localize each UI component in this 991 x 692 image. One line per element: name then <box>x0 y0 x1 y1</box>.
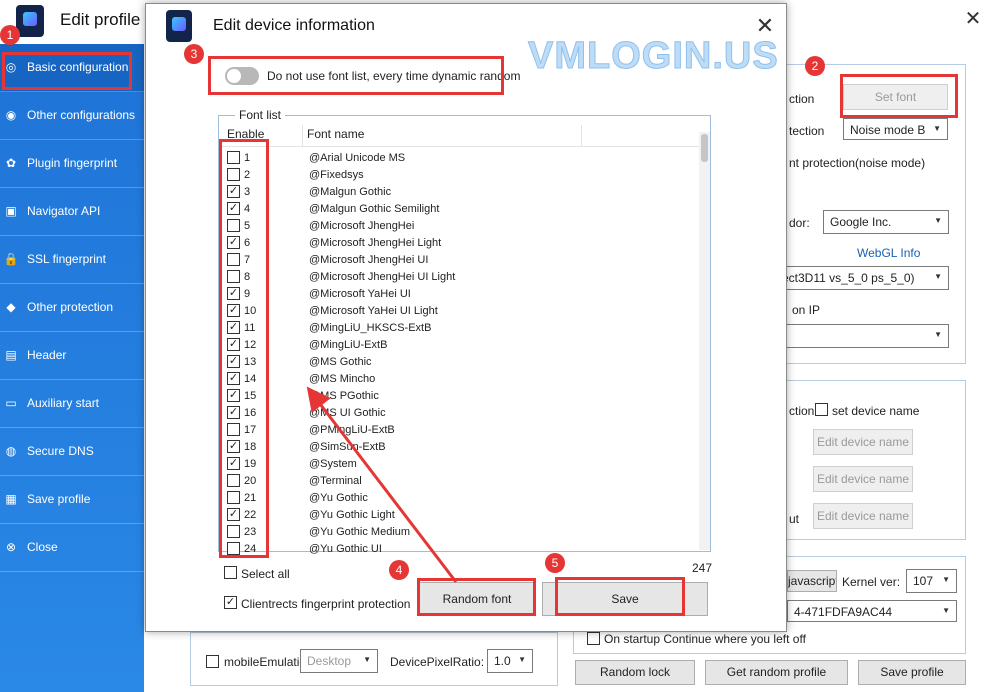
arrow-line <box>306 386 458 583</box>
annotation-arrow <box>306 386 458 583</box>
